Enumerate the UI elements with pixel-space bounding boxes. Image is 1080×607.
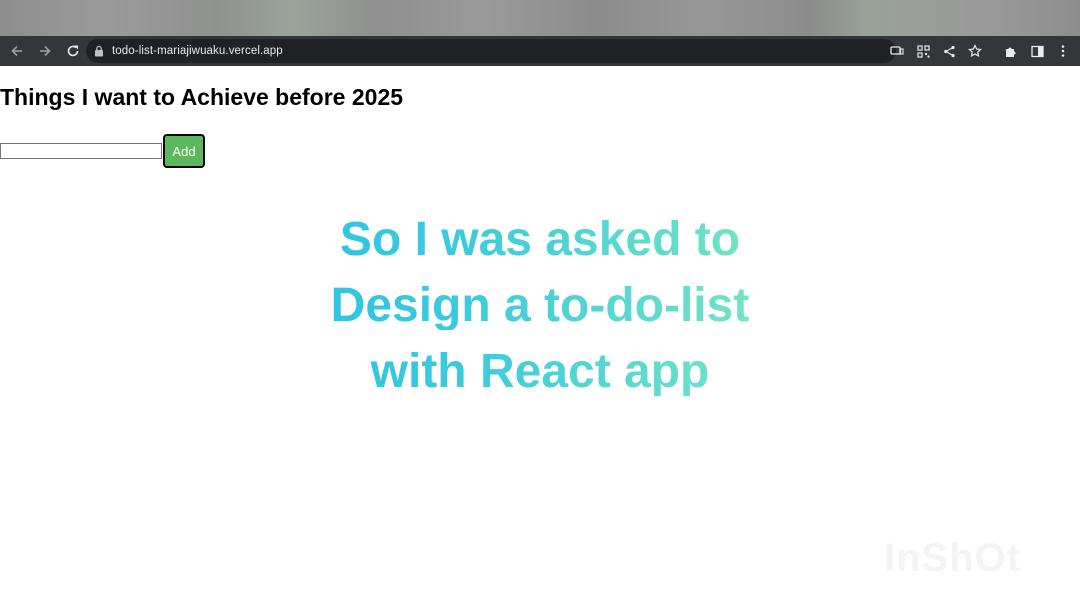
overlay-caption-line-3: with React app xyxy=(200,348,880,396)
inshot-watermark: InShOt xyxy=(884,536,1022,580)
browser-toolbar: todo-list-mariajiwuaku.vercel.app xyxy=(0,36,1080,66)
add-button[interactable]: Add xyxy=(163,134,205,168)
page-title: Things I want to Achieve before 2025 xyxy=(0,84,404,110)
side-panel-icon[interactable] xyxy=(1026,40,1048,62)
lock-icon[interactable] xyxy=(94,45,104,57)
reload-icon[interactable] xyxy=(61,39,85,63)
bookmark-star-icon[interactable] xyxy=(964,40,986,62)
overlay-caption-line-2: Design a to-do-list xyxy=(200,282,880,330)
share-icon[interactable] xyxy=(938,40,960,62)
forward-arrow-icon[interactable] xyxy=(33,39,57,63)
back-arrow-icon[interactable] xyxy=(5,39,29,63)
toolbar-actions xyxy=(886,39,1074,63)
qr-code-icon[interactable] xyxy=(912,40,934,62)
todo-input[interactable] xyxy=(0,143,162,159)
overlay-caption-line-1: So I was asked to xyxy=(200,216,880,264)
extensions-puzzle-icon[interactable] xyxy=(1000,40,1022,62)
blurred-top-strip xyxy=(0,0,1080,36)
address-bar[interactable]: todo-list-mariajiwuaku.vercel.app xyxy=(86,39,896,63)
kebab-menu-icon[interactable] xyxy=(1052,40,1074,62)
cast-icon[interactable] xyxy=(886,40,908,62)
url-text: todo-list-mariajiwuaku.vercel.app xyxy=(112,45,283,57)
